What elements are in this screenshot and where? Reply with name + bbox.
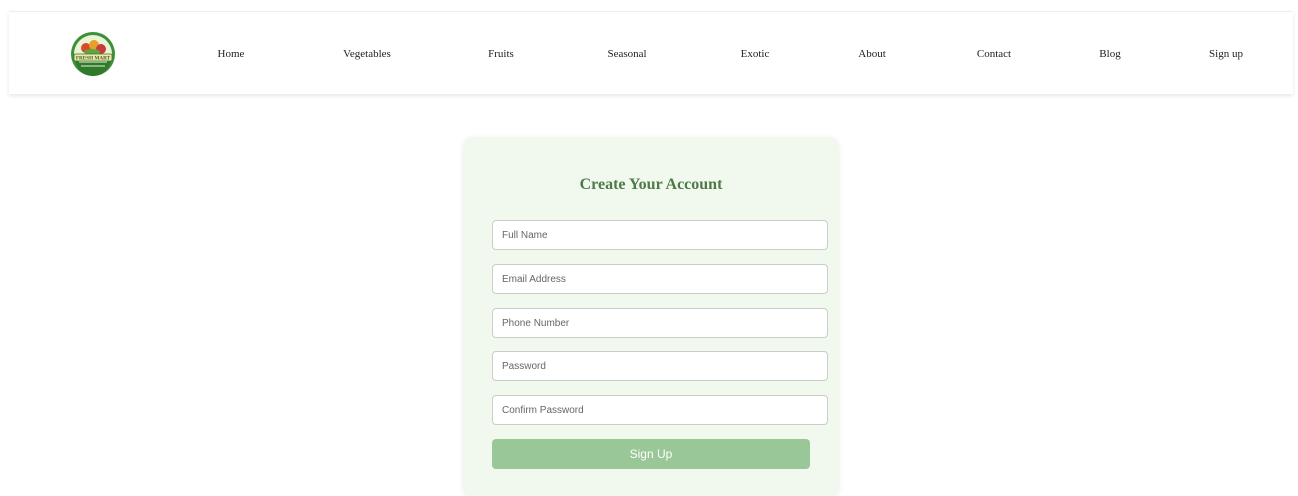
logo-text: FRESH MART: [76, 56, 111, 62]
confirm-password-field[interactable]: [492, 395, 828, 425]
nav-vegetables[interactable]: Vegetables: [343, 48, 391, 60]
form-title: Create Your Account: [579, 176, 723, 193]
nav-sign-up[interactable]: Sign up: [1209, 48, 1243, 60]
nav-fruits[interactable]: Fruits: [488, 48, 514, 60]
email-field[interactable]: [492, 264, 828, 294]
nav-about[interactable]: About: [858, 48, 886, 60]
top-navbar: FRESH MART Home Vegetables Fruits Season…: [9, 11, 1293, 94]
password-field[interactable]: [492, 351, 828, 381]
fresh-mart-logo-icon[interactable]: FRESH MART: [70, 31, 116, 77]
signup-card: Create Your Account Sign Up: [463, 137, 839, 496]
nav-exotic[interactable]: Exotic: [741, 48, 770, 60]
phone-field[interactable]: [492, 308, 828, 338]
full-name-field[interactable]: [492, 220, 828, 250]
nav-blog[interactable]: Blog: [1099, 48, 1120, 60]
nav-contact[interactable]: Contact: [977, 48, 1011, 60]
nav-seasonal[interactable]: Seasonal: [607, 48, 646, 60]
sign-up-button[interactable]: Sign Up: [492, 439, 810, 469]
nav-home[interactable]: Home: [218, 48, 245, 60]
